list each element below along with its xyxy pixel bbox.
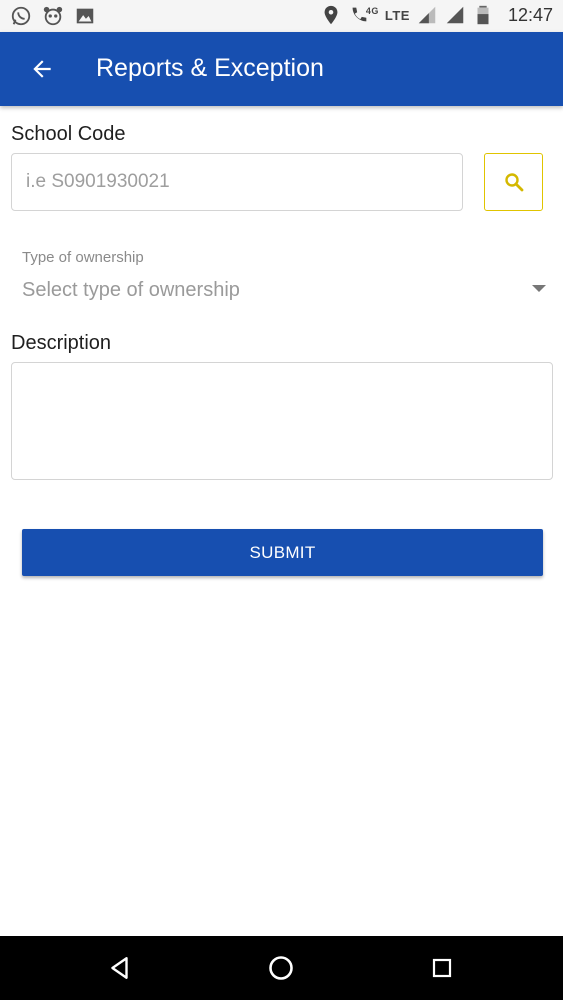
square-recents-icon	[432, 958, 452, 978]
caret-down-icon	[532, 285, 546, 292]
search-icon	[504, 173, 523, 192]
signal-icon	[446, 6, 464, 24]
notification-icons	[10, 5, 96, 27]
ownership-label: Type of ownership	[22, 249, 144, 266]
nav-back-button[interactable]	[102, 950, 138, 986]
panda-icon	[43, 6, 63, 26]
submit-button[interactable]: SUBMIT	[22, 529, 543, 576]
school-code-input[interactable]	[11, 153, 463, 211]
signal-icon	[418, 6, 436, 24]
navigation-bar	[0, 936, 563, 1000]
network-type: LTE	[384, 7, 410, 23]
clock: 12:47	[507, 4, 553, 25]
nav-home-button[interactable]	[263, 950, 299, 986]
app-bar: Reports & Exception	[0, 32, 563, 106]
image-icon	[76, 8, 94, 24]
arrow-left-icon	[33, 60, 51, 78]
page-title: Reports & Exception	[96, 54, 324, 82]
location-icon	[324, 5, 338, 25]
status-bar: 4G LTE 12:47	[0, 0, 563, 32]
network-type-small: 4G	[365, 6, 379, 16]
ownership-placeholder: Select type of ownership	[22, 279, 240, 301]
circle-home-icon	[269, 956, 293, 980]
school-code-label: School Code	[11, 123, 126, 145]
description-textarea[interactable]	[11, 362, 553, 480]
triangle-back-icon	[111, 957, 128, 979]
nav-recents-button[interactable]	[424, 950, 460, 986]
battery-icon	[477, 5, 489, 25]
ownership-dropdown[interactable]: Select type of ownership	[11, 272, 556, 310]
description-label: Description	[11, 332, 112, 354]
search-button[interactable]	[484, 153, 543, 211]
system-icons: 4G LTE 12:47	[320, 4, 553, 26]
whatsapp-icon	[11, 6, 31, 26]
back-button[interactable]	[22, 49, 62, 89]
